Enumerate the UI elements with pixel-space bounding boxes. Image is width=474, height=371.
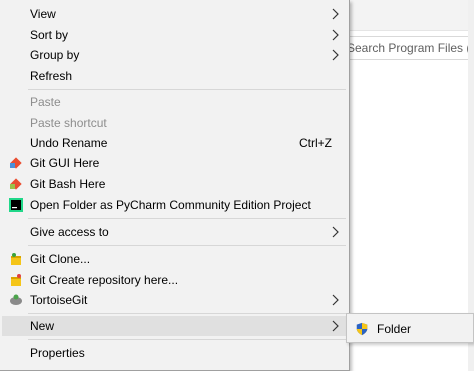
chevron-right-icon — [332, 8, 339, 20]
chevron-right-icon — [332, 320, 339, 332]
git-gui-icon — [9, 156, 23, 170]
new-submenu: Folder — [346, 313, 474, 343]
chevron-right-icon — [332, 29, 339, 41]
menu-item-paste-shortcut: Paste shortcut — [30, 116, 107, 130]
tortoisegit-clone-icon — [9, 252, 23, 266]
chevron-right-icon — [332, 294, 339, 306]
menu-item-give-access[interactable]: Give access to — [2, 222, 346, 242]
menu-item-sort-by[interactable]: Sort by — [2, 25, 346, 45]
chevron-right-icon — [332, 226, 339, 238]
git-bash-icon — [9, 177, 23, 191]
menu-separator — [28, 339, 346, 340]
menu-separator — [28, 313, 346, 314]
menu-item-git-bash[interactable]: Git Bash Here — [2, 174, 346, 194]
menu-item-git-gui[interactable]: Git GUI Here — [2, 153, 346, 173]
menu-item-group-by[interactable]: Group by — [2, 45, 346, 65]
pycharm-icon — [9, 198, 23, 212]
tortoisegit-create-repo-icon — [9, 273, 23, 287]
menu-item-git-clone[interactable]: Git Clone... — [2, 249, 346, 269]
menu-item-refresh[interactable]: Refresh — [2, 66, 346, 86]
menu-item-git-create-repo[interactable]: Git Create repository here... — [2, 270, 346, 290]
menu-item-undo-rename[interactable]: Undo Rename Ctrl+Z — [2, 133, 346, 153]
chevron-right-icon — [332, 49, 339, 61]
folder-shield-icon — [355, 322, 369, 336]
menu-item-tortoisegit[interactable]: TortoiseGit — [2, 290, 346, 310]
context-menu: View Sort by Group by Refresh Paste Past… — [0, 0, 350, 371]
menu-separator — [28, 245, 346, 246]
search-input[interactable]: Search Program Files (x86) — [336, 36, 474, 60]
shortcut-text: Ctrl+Z — [299, 136, 332, 150]
menu-item-paste: Paste — [30, 95, 61, 109]
menu-separator — [28, 89, 346, 90]
search-placeholder: Search Program Files (x86) — [347, 41, 473, 55]
tortoisegit-icon — [9, 293, 23, 307]
menu-item-new[interactable]: New — [2, 316, 346, 336]
menu-item-pycharm[interactable]: Open Folder as PyCharm Community Edition… — [2, 195, 346, 215]
menu-separator — [28, 218, 346, 219]
submenu-item-folder[interactable]: Folder — [347, 319, 473, 339]
menu-item-view[interactable]: View — [2, 4, 346, 24]
menu-item-properties[interactable]: Properties — [2, 343, 346, 363]
